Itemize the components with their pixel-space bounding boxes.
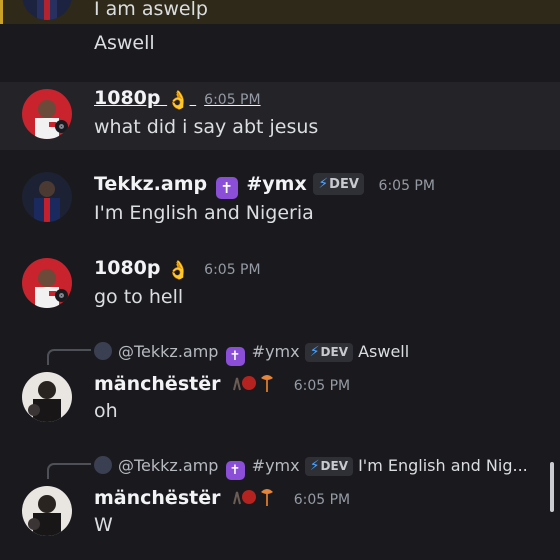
scrollbar-thumb[interactable] [550, 462, 554, 512]
mention-indicator [0, 0, 3, 24]
decoration-icon [231, 372, 279, 399]
badge-label: DEV [320, 345, 348, 359]
dev-badge: ⚡DEV [304, 343, 353, 362]
author-name[interactable]: 1080p 👌 6:05 PM [94, 257, 261, 281]
offline-status-icon [55, 289, 68, 302]
reply-tag: #ymx [251, 342, 300, 361]
reply-connector [47, 349, 91, 365]
lightning-bolt-icon: ⚡ [309, 458, 320, 474]
timestamp[interactable]: 6:05 PM [204, 92, 260, 108]
message-text: W [94, 514, 113, 536]
author-label: mänchëstër [94, 487, 221, 509]
ok-hand-emoji: 👌 [167, 260, 190, 281]
author-label: mänchëstër [94, 373, 221, 395]
latin-cross-icon: ✝ [215, 177, 238, 199]
author-label: 1080p [94, 87, 161, 109]
ok-hand-emoji: 👌 [167, 90, 190, 111]
timestamp[interactable]: 6:05 PM [294, 492, 350, 508]
avatar-image [22, 372, 72, 422]
message-row[interactable]: 1080p 👌 6:05 PM go to hell [0, 252, 560, 322]
author-name[interactable]: mänchëstër 6:05 PM [94, 486, 350, 513]
message-row-mention[interactable]: I am aswelp [0, 0, 560, 24]
avatar[interactable] [22, 172, 72, 222]
badge-label: DEV [329, 177, 359, 192]
message-row[interactable]: Aswell [0, 24, 560, 74]
avatar[interactable] [22, 372, 72, 422]
reply-author: @Tekkz.amp [118, 342, 219, 361]
reply-preview[interactable]: @Tekkz.amp ✝ #ymx ⚡DEV Aswell [94, 342, 409, 366]
latin-cross-icon: ✝ [225, 461, 245, 480]
author-name[interactable]: mänchëstër 6:05 PM [94, 372, 350, 399]
reply-text: I'm English and Nig... [358, 456, 528, 475]
message-text: go to hell [94, 286, 184, 308]
author-name[interactable]: Tekkz.amp ✝ #ymx ⚡DEV 6:05 PM [94, 173, 435, 199]
reply-avatar [94, 342, 112, 360]
lightning-bolt-icon: ⚡ [309, 344, 320, 360]
message-text: what did i say abt jesus [94, 116, 319, 138]
message-text: oh [94, 400, 118, 422]
latin-cross-icon: ✝ [225, 347, 245, 366]
avatar-image [22, 486, 72, 536]
author-label: Tekkz.amp [94, 173, 208, 195]
reply-preview[interactable]: @Tekkz.amp ✝ #ymx ⚡DEV I'm English and N… [94, 456, 528, 480]
avatar[interactable] [22, 89, 72, 139]
timestamp[interactable]: 6:05 PM [379, 178, 435, 194]
author-label: 1080p [94, 257, 161, 279]
dev-badge: ⚡DEV [304, 457, 353, 476]
avatar[interactable] [22, 0, 72, 20]
reply-avatar [94, 456, 112, 474]
offline-status-icon [55, 120, 68, 133]
message-text: Aswell [94, 32, 155, 54]
reply-tag: #ymx [251, 456, 300, 475]
message-row[interactable]: 1080p 👌 6:05 PM what did i say abt jesus [0, 82, 560, 150]
author-name[interactable]: 1080p 👌 6:05 PM [94, 87, 261, 111]
lightning-bolt-icon: ⚡ [318, 176, 329, 192]
message-row[interactable]: @Tekkz.amp ✝ #ymx ⚡DEV Aswell mänchëstër… [0, 336, 560, 432]
avatar[interactable] [22, 258, 72, 308]
badge-label: DEV [320, 459, 348, 473]
timestamp[interactable]: 6:05 PM [204, 262, 260, 278]
message-text: I am aswelp [94, 0, 208, 20]
dev-badge[interactable]: ⚡DEV [313, 173, 364, 195]
reply-connector [47, 463, 91, 479]
message-text: I'm English and Nigeria [94, 202, 314, 224]
reply-text: Aswell [358, 342, 410, 361]
message-row[interactable]: @Tekkz.amp ✝ #ymx ⚡DEV I'm English and N… [0, 450, 560, 560]
timestamp[interactable]: 6:05 PM [294, 378, 350, 394]
message-row[interactable]: Tekkz.amp ✝ #ymx ⚡DEV 6:05 PM I'm Englis… [0, 168, 560, 238]
clan-tag[interactable]: #ymx [246, 173, 306, 195]
avatar-image [22, 172, 72, 222]
reply-author: @Tekkz.amp [118, 456, 219, 475]
avatar[interactable] [22, 486, 72, 536]
decoration-icon [231, 486, 279, 513]
